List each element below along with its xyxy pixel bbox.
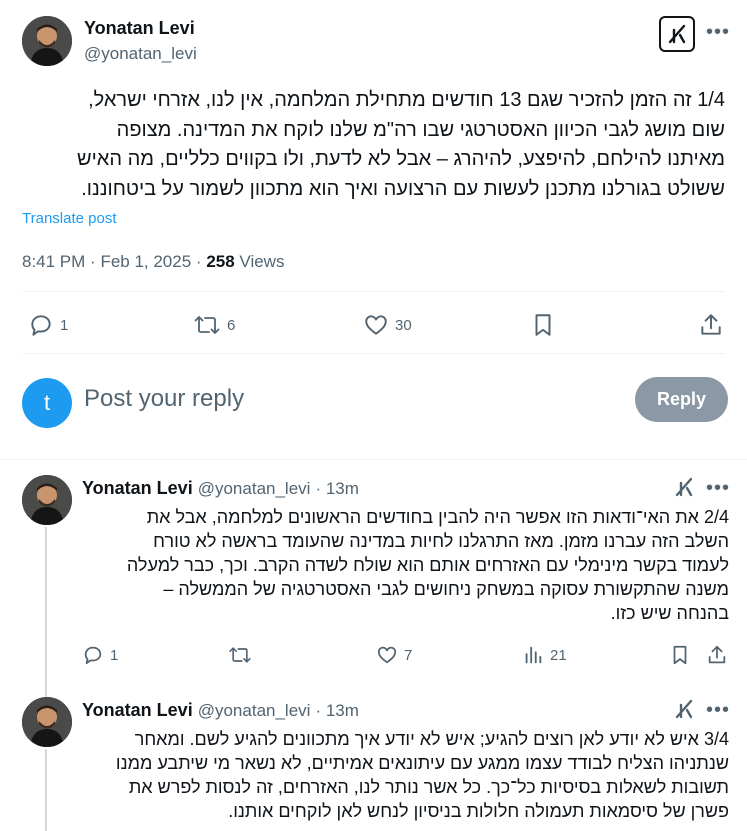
reply-button[interactable]: Reply [635,377,728,422]
reply-text-line: משנה שהתקשורת עסוקה במשחק ניחושים לגבי ה… [163,579,729,599]
reply-text-line: 3/4 איש לא יודע לאן רוצים להגיע; איש לא … [134,729,729,749]
reply-text: 3/4 איש לא יודע לאן רוצים להגיע; איש לא … [89,727,729,823]
grok-icon[interactable] [673,698,695,725]
share-icon [706,644,728,666]
share-button[interactable] [706,644,728,666]
repost-count: 6 [227,316,236,334]
analytics-icon [522,644,544,666]
post-time[interactable]: 13m [326,479,359,498]
avatar[interactable] [22,475,72,525]
repost-icon [193,312,221,338]
grok-icon[interactable] [659,16,695,52]
grok-icon[interactable] [673,476,695,503]
more-options-icon[interactable]: ••• [706,478,730,498]
author-line: Yonatan Levi @yonatan_levi · 13m [82,478,359,498]
reply-count: 1 [60,316,69,334]
repost-icon [228,644,252,666]
main-tweet: Yonatan Levi @yonatan_levi ••• 1/4 זה הז… [0,0,747,460]
like-action[interactable]: 30 [363,312,412,338]
like-action[interactable]: 7 [376,644,412,666]
reply-text-line: בהנחה שיש כזו. [610,603,729,623]
views-label: Views [239,252,285,271]
author-line: Yonatan Levi @yonatan_levi · 13m [82,700,359,720]
repost-action[interactable]: 6 [193,312,235,338]
author-handle[interactable]: @yonatan_levi [198,701,311,720]
reply-text-line: השלב הזה עברנו מזמן. מאז התרגלנו לחיות ב… [153,531,729,551]
reply-text-line: 2/4 את האי־ודאות הזו אפשר היה להבין בחוד… [146,507,729,527]
post-date[interactable]: Feb 1, 2025 [100,252,191,271]
views-count: 258 [206,252,235,271]
post-time[interactable]: 13m [326,701,359,720]
reply-count: 1 [110,646,119,664]
tweet-text-line: מאיתנו להילחם, להיפצע, להיהרג – אבל לא ל… [77,148,725,170]
heart-icon [376,644,398,666]
reply-icon [82,644,104,666]
tweet-text: 1/4 זה הזמן להזכיר שגם 13 חודשים מתחילת … [19,86,725,204]
share-icon [698,312,724,338]
reply-text-line: תשובות לשאלות בסיסיות כל־כך. כל אשר נותר… [128,777,729,797]
bookmark-button[interactable] [530,312,556,338]
more-options-icon[interactable]: ••• [706,700,730,720]
views-count: 21 [550,646,567,664]
author-name[interactable]: Yonatan Levi [84,18,195,39]
author-handle[interactable]: @yonatan_levi [198,479,311,498]
thread-line [45,749,47,831]
author-name[interactable]: Yonatan Levi [82,478,193,498]
reply-icon [28,312,54,338]
tweet-text-line: 1/4 זה הזמן להזכיר שגם 13 חודשים מתחילת … [88,89,725,111]
avatar[interactable] [22,16,72,66]
repost-action[interactable] [228,644,252,666]
author-handle[interactable]: @yonatan_levi [84,44,197,64]
reply-text-line: פשרן של סיסמאות תעמולה חלולות בניסיון לנ… [228,801,729,821]
like-count: 30 [395,316,412,334]
thread-line [45,527,47,697]
views-action[interactable]: 21 [522,644,567,666]
divider [0,459,747,460]
bookmark-icon [530,312,556,338]
reply-action[interactable]: 1 [28,312,68,338]
post-time[interactable]: 8:41 PM [22,252,85,271]
like-count: 7 [404,646,413,664]
reply-text-line: לעמוד בקשר מינימלי עם האזרחים אותם הוא ש… [126,555,729,575]
divider [22,353,725,354]
reply-text: 2/4 את האי־ודאות הזו אפשר היה להבין בחוד… [89,505,729,625]
translate-post-link[interactable]: Translate post [22,210,117,227]
post-metadata: 8:41 PM · Feb 1, 2025 · 258 Views [22,252,285,271]
divider [22,291,725,292]
tweet-text-line: ששולט בגורלנו מתכנן לעשות עם הרצועה ואיך… [81,177,725,200]
reply-action[interactable]: 1 [82,644,118,666]
share-button[interactable] [698,312,724,338]
reply-text-line: שנתניהו הצליח לבודד עצמו ממגע עם עיתונאי… [115,753,729,773]
bookmark-icon [669,644,691,666]
avatar[interactable] [22,697,72,747]
bookmark-button[interactable] [669,644,691,666]
author-name[interactable]: Yonatan Levi [82,700,193,720]
tweet-text-line: שום מושג לגבי הכיוון האסטרטגי שבו רה"מ ש… [116,118,725,141]
user-avatar: t [22,378,72,428]
reply-input[interactable]: Post your reply [84,385,244,413]
more-options-icon[interactable]: ••• [706,22,730,42]
heart-icon [363,312,389,338]
